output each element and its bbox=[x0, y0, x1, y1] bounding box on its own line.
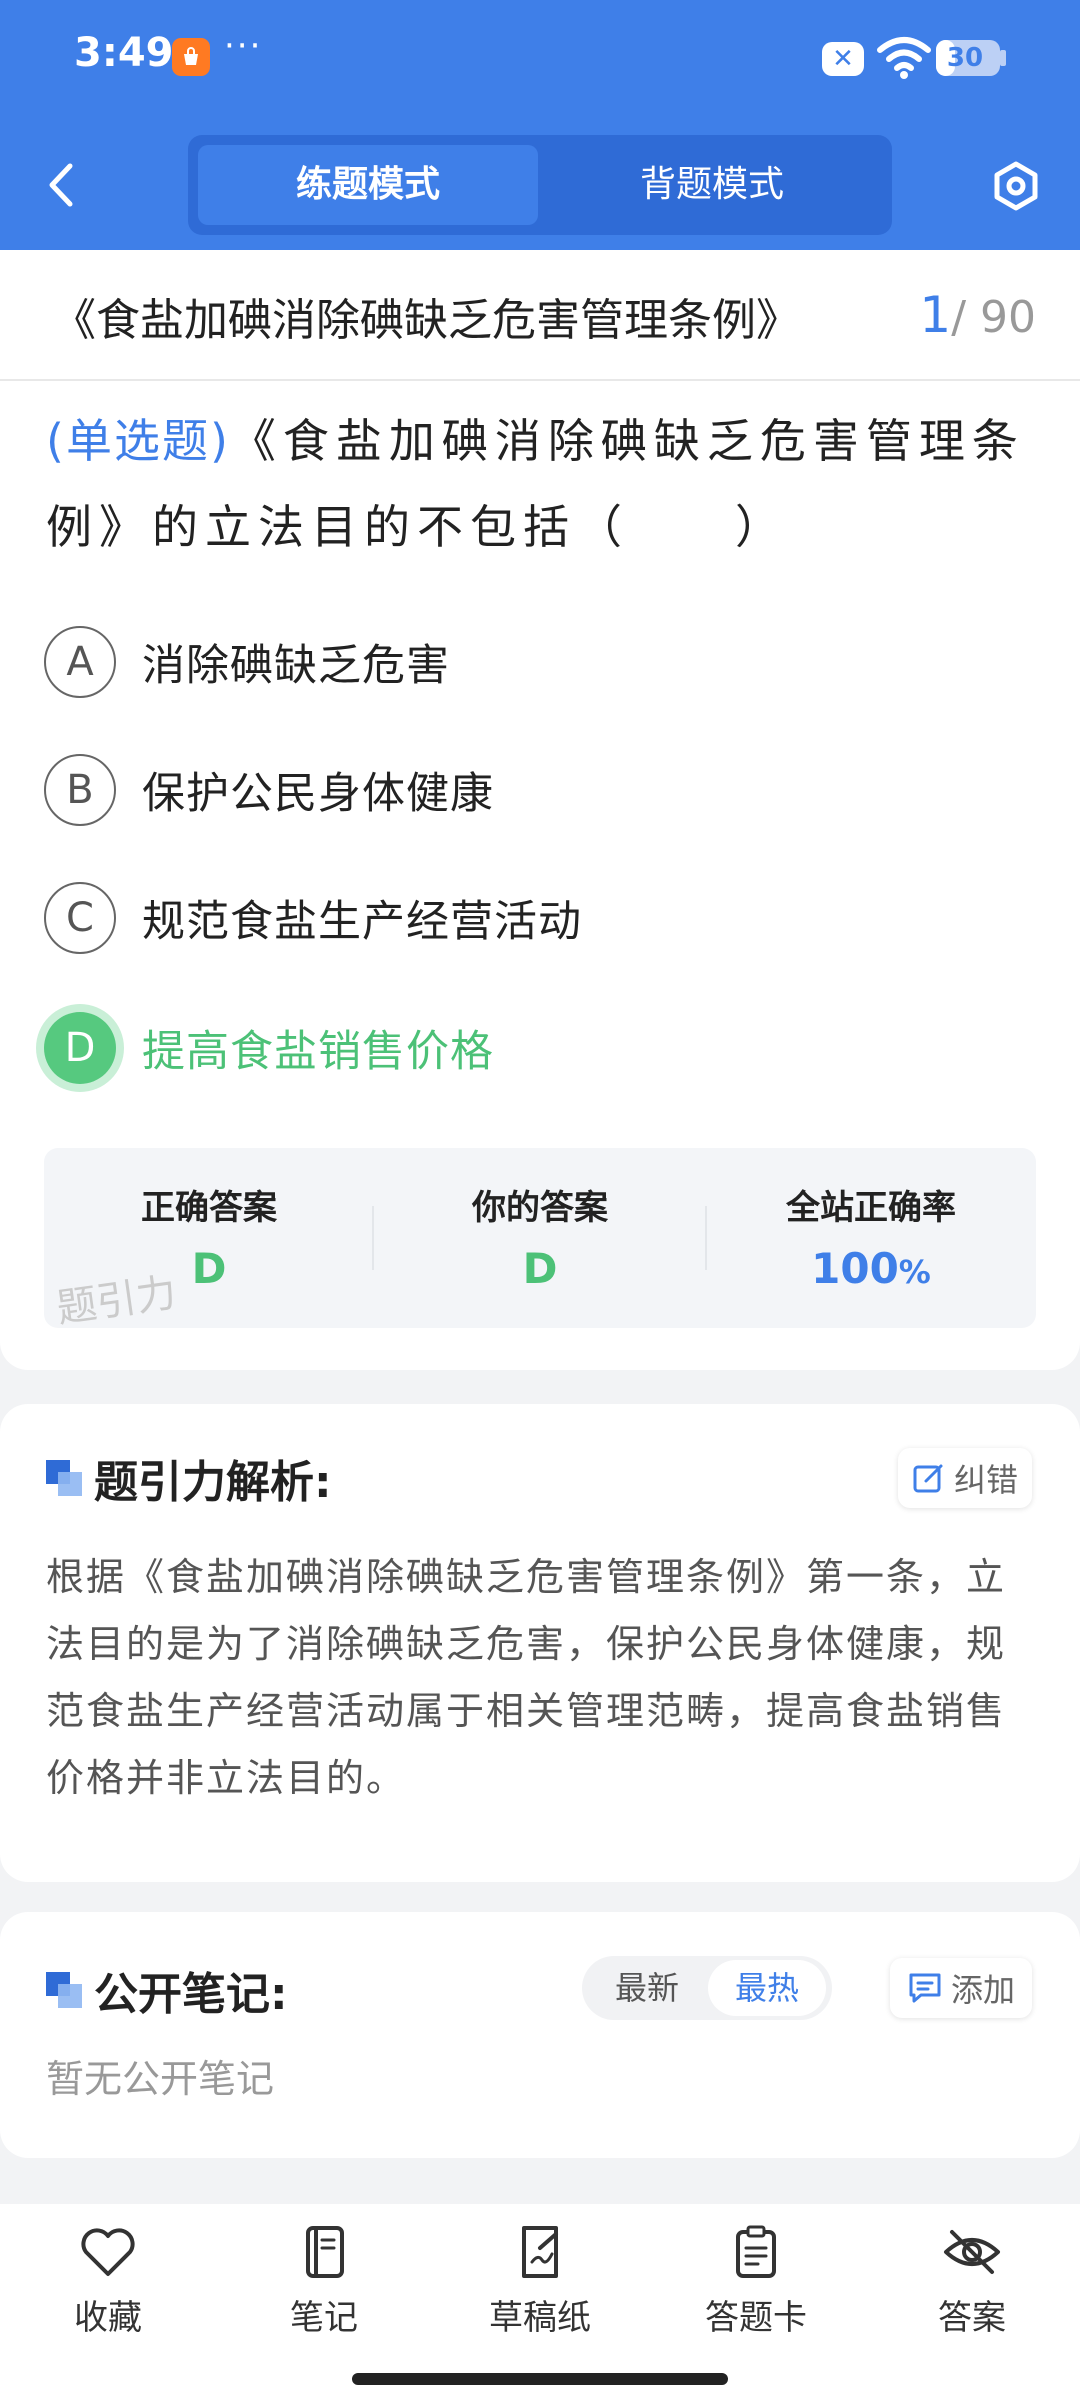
close-icon: ✕ bbox=[822, 42, 864, 76]
option-letter: A bbox=[44, 626, 116, 698]
home-indicator[interactable] bbox=[352, 2373, 728, 2385]
question-stem: (单选题)《食盐加碘消除碘缺乏危害管理条例》的立法目的不包括（ ） bbox=[46, 398, 1036, 570]
battery-percent: 30 bbox=[946, 43, 984, 73]
option-letter: D bbox=[44, 1012, 116, 1084]
stat-site-accuracy: 全站正确率 100% bbox=[706, 1148, 1036, 1328]
option-text: 规范食盐生产经营活动 bbox=[142, 897, 582, 947]
notebook-icon bbox=[306, 2226, 344, 2278]
nav-label: 笔记 bbox=[290, 2298, 358, 2338]
stat-label: 正确答案 bbox=[141, 1188, 277, 1228]
nav-label: 答案 bbox=[938, 2298, 1006, 2338]
accuracy-number: 100 bbox=[811, 1244, 899, 1293]
total-questions: / 90 bbox=[951, 292, 1036, 343]
hexagon-settings-icon bbox=[994, 161, 1038, 211]
heart-icon bbox=[81, 2228, 135, 2276]
nav-label: 收藏 bbox=[74, 2298, 142, 2338]
draft-paper-icon bbox=[522, 2226, 558, 2278]
add-note-label: 添加 bbox=[950, 1971, 1015, 2009]
question-counter: 1/ 90 bbox=[919, 286, 1036, 344]
add-note-button[interactable]: 添加 bbox=[890, 1958, 1032, 2018]
nav-label: 答题卡 bbox=[705, 2298, 807, 2338]
sort-latest[interactable]: 最新 bbox=[588, 1960, 706, 2016]
eye-off-icon bbox=[944, 2230, 1000, 2274]
title-divider bbox=[0, 379, 1080, 381]
stat-label: 你的答案 bbox=[472, 1188, 608, 1228]
option-b[interactable]: B 保护公民身体健康 bbox=[44, 750, 1034, 830]
stat-label: 全站正确率 bbox=[786, 1188, 956, 1228]
nav-show-answer[interactable]: 答案 bbox=[892, 2224, 1052, 2364]
nav-favorite[interactable]: 收藏 bbox=[28, 2224, 188, 2364]
option-text: 提高食盐销售价格 bbox=[142, 1027, 494, 1077]
option-d[interactable]: D 提高食盐销售价格 bbox=[44, 1008, 1034, 1088]
analysis-title: 题引力解析: bbox=[94, 1457, 332, 1508]
document-title: 《食盐加碘消除碘缺乏危害管理条例》 bbox=[52, 295, 800, 346]
analysis-card: 题引力解析: 纠错 根据《食盐加碘消除碘缺乏危害管理条例》第一条，立法目的是为了… bbox=[0, 1404, 1080, 1882]
option-letter: C bbox=[44, 882, 116, 954]
status-more-dots: ··· bbox=[224, 26, 263, 66]
settings-button[interactable] bbox=[988, 158, 1044, 214]
site-accuracy-value: 100% bbox=[706, 1244, 1036, 1293]
report-error-label: 纠错 bbox=[953, 1461, 1018, 1499]
section-marker-icon bbox=[46, 1460, 82, 1496]
stat-your-answer: 你的答案 D bbox=[375, 1148, 705, 1328]
sort-hot[interactable]: 最热 bbox=[708, 1960, 826, 2016]
notes-card: 公开笔记: 最新 最热 添加 暂无公开笔记 bbox=[0, 1912, 1080, 2158]
battery-cap bbox=[1000, 50, 1006, 66]
question-type: (单选题) bbox=[46, 414, 230, 468]
chevron-left-icon bbox=[49, 163, 73, 207]
current-question-number: 1 bbox=[919, 286, 952, 344]
option-text: 消除碘缺乏危害 bbox=[142, 641, 450, 691]
comment-icon bbox=[909, 1973, 941, 2003]
stat-divider bbox=[372, 1206, 374, 1270]
option-text: 保护公民身体健康 bbox=[142, 769, 494, 819]
edit-icon bbox=[913, 1464, 943, 1493]
option-letter: B bbox=[44, 754, 116, 826]
tab-memorize-mode[interactable]: 背题模式 bbox=[542, 145, 882, 225]
notes-sort-switch: 最新 最热 bbox=[582, 1956, 832, 2020]
status-time: 3:49 bbox=[74, 30, 174, 76]
wifi-icon bbox=[876, 36, 932, 80]
nav-notes[interactable]: 笔记 bbox=[244, 2224, 404, 2364]
top-bar: 3:49 ··· ✕ 30 练题模式 背题模式 bbox=[0, 0, 1080, 250]
answer-card-icon bbox=[736, 2225, 776, 2278]
nav-label: 草稿纸 bbox=[489, 2298, 591, 2338]
analysis-text: 根据《食盐加碘消除碘缺乏危害管理条例》第一条，立法目的是为了消除碘缺乏危害，保护… bbox=[46, 1555, 1007, 1800]
mode-switch: 练题模式 背题模式 bbox=[188, 135, 892, 235]
accuracy-unit: % bbox=[898, 1253, 931, 1291]
report-error-button[interactable]: 纠错 bbox=[898, 1448, 1032, 1508]
question-card: 《食盐加碘消除碘缺乏危害管理条例》 1/ 90 (单选题)《食盐加碘消除碘缺乏危… bbox=[0, 250, 1080, 1370]
option-a[interactable]: A 消除碘缺乏危害 bbox=[44, 622, 1034, 702]
back-button[interactable] bbox=[36, 150, 86, 220]
app-screen: 3:49 ··· ✕ 30 练题模式 背题模式 《食盐加碘消除碘缺乏危害管理条例… bbox=[0, 0, 1080, 2400]
your-answer-value: D bbox=[522, 1244, 558, 1293]
tab-practice-mode[interactable]: 练题模式 bbox=[198, 145, 538, 225]
answer-stats: 正确答案 D 你的答案 D 全站正确率 100% 题引力 bbox=[44, 1148, 1036, 1328]
app-badge-icon bbox=[172, 38, 210, 76]
bottom-nav: 收藏 笔记 草稿纸 答题卡 答案 bbox=[0, 2204, 1080, 2400]
empty-notes-text: 暂无公开笔记 bbox=[46, 2057, 275, 2101]
option-c[interactable]: C 规范食盐生产经营活动 bbox=[44, 878, 1034, 958]
section-marker-icon bbox=[46, 1972, 82, 2008]
nav-draft-paper[interactable]: 草稿纸 bbox=[460, 2224, 620, 2364]
nav-answer-card[interactable]: 答题卡 bbox=[676, 2224, 836, 2364]
notes-title: 公开笔记: bbox=[94, 1969, 288, 2020]
battery-icon: 30 bbox=[936, 40, 1000, 76]
